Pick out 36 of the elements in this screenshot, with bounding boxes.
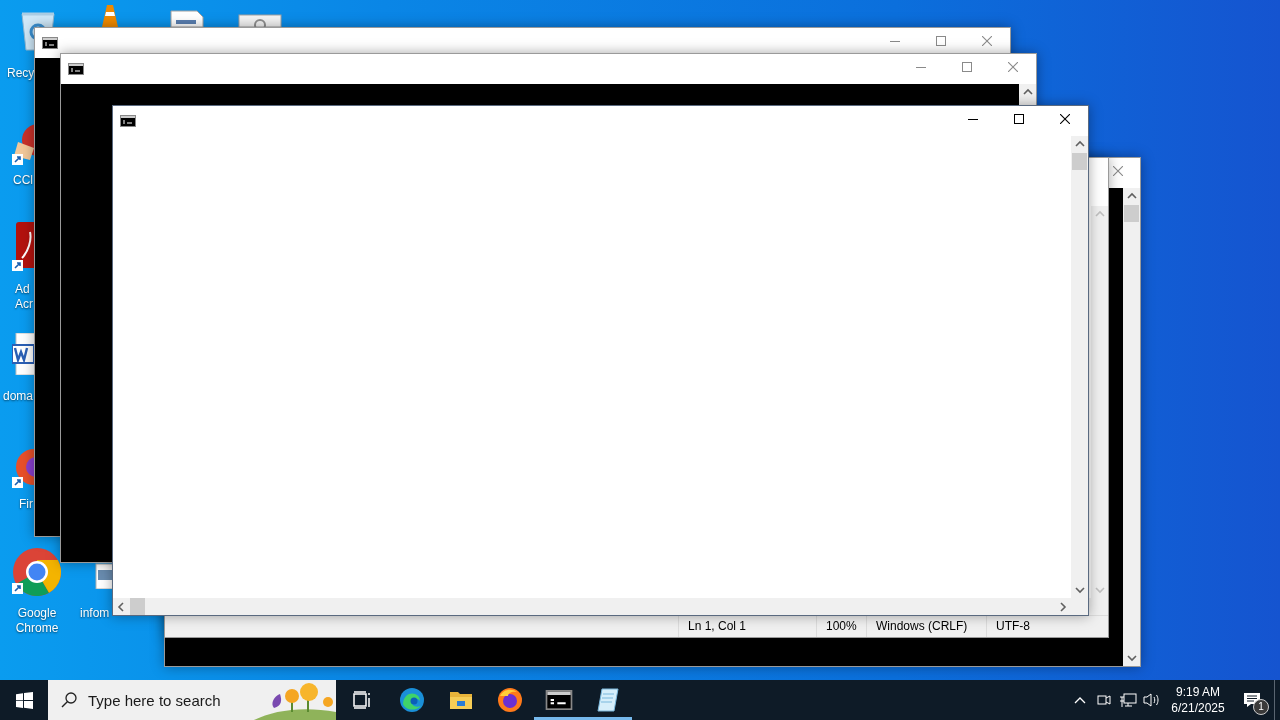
console-icon [544,690,573,710]
search-icon [61,692,77,708]
browser-icon [496,687,523,713]
scrollbar-thumb[interactable] [1124,205,1139,222]
maximize-icon[interactable] [1014,114,1024,124]
folder-icon [448,690,473,710]
task-view-icon [352,691,373,709]
word-document-icon[interactable] [12,333,34,375]
image-file-icon[interactable] [95,563,112,589]
browser-icon[interactable] [12,547,62,597]
desktop-icon-label[interactable]: Google Chrome [0,606,74,636]
notepad-icon [595,687,620,713]
console-icon [68,63,84,75]
console-icon [42,37,58,49]
browser-icon [398,687,425,713]
scrollbar-thumb[interactable] [130,598,145,615]
windows-logo-icon [15,691,33,709]
volume-icon[interactable] [1143,692,1161,708]
console-icon [120,115,136,127]
desktop-icon-label[interactable]: Recy [7,66,35,81]
close-icon[interactable] [1060,114,1070,124]
clock-button[interactable]: 9:19 AM 6/21/2025 [1164,680,1232,720]
notification-button[interactable]: 1 [1232,680,1272,720]
desktop-icon-label[interactable]: doma [3,389,34,404]
camera-icon[interactable] [1097,692,1111,708]
pdf-icon[interactable] [12,222,34,272]
chevron-up-icon[interactable] [1074,696,1086,704]
settings-window-icon[interactable] [238,14,282,27]
desktop-icon-label[interactable]: infom [80,606,110,621]
desktop-icon-label[interactable]: Ad Acr [15,282,33,312]
desktop-icon-label[interactable]: CCl [13,173,33,188]
desktop-icon-label[interactable]: Fir [19,497,33,512]
notification-badge: 1 [1253,699,1269,715]
network-icon[interactable] [1119,692,1137,708]
scrollbar-thumb[interactable] [1072,153,1087,170]
document-icon[interactable] [170,10,204,27]
